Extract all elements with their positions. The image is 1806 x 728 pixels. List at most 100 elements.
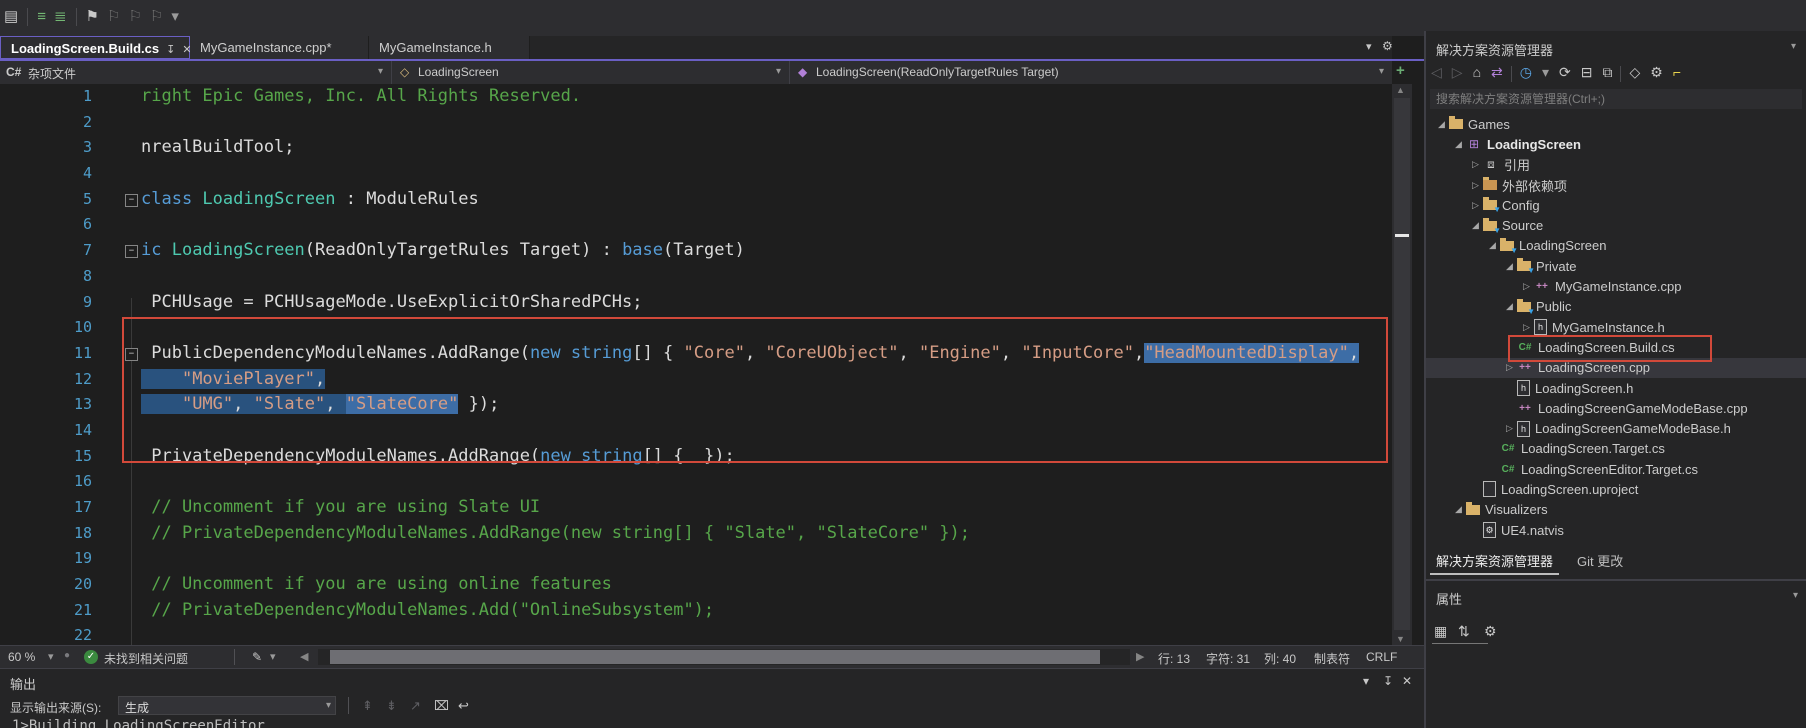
expander-collapsed-icon[interactable]: ▷ <box>1468 200 1483 211</box>
word-wrap-icon[interactable]: ↩ <box>458 698 469 714</box>
tree-item[interactable]: ▷ ++ MyGameInstance.cpp <box>1426 276 1806 296</box>
code-line[interactable]: 7 − ic LoadingScreen(ReadOnlyTargetRules T… <box>0 238 1392 264</box>
solution-search-input[interactable] <box>1430 89 1802 109</box>
document-health-icon[interactable]: ● <box>64 650 70 661</box>
tree-item[interactable]: ◢ ▼ Source <box>1426 215 1806 235</box>
code-line[interactable]: 2 <box>0 110 1392 136</box>
view-code-icon[interactable]: ▤ <box>4 7 18 25</box>
document-tab[interactable]: MyGameInstance.cpp* <box>190 36 369 59</box>
collapse-all-icon[interactable]: ⊟ <box>1581 64 1593 81</box>
code-line[interactable]: 6 <box>0 212 1392 238</box>
format-document-icon[interactable]: ≡ <box>37 8 46 25</box>
navbar-member-dropdown[interactable]: ◆ LoadingScreen(ReadOnlyTargetRules Targ… <box>790 61 1392 84</box>
document-tab[interactable]: MyGameInstance.h <box>369 36 530 59</box>
tree-item[interactable]: LoadingScreen.uproject <box>1426 479 1806 499</box>
tree-item[interactable]: ++ LoadingScreenGameModeBase.cpp <box>1426 398 1806 418</box>
properties-icon[interactable]: ⚙ <box>1650 64 1663 81</box>
chevron-down-icon[interactable]: ▾ <box>1379 66 1384 77</box>
expander-expanded-icon[interactable]: ◢ <box>1468 220 1483 231</box>
close-icon[interactable]: ✕ <box>1402 674 1412 688</box>
chevron-down-icon[interactable]: ▾ <box>776 66 781 77</box>
categorized-icon[interactable]: ▦ <box>1434 623 1447 640</box>
code-line[interactable]: 5 − class LoadingScreen : ModuleRules <box>0 187 1392 213</box>
expander-expanded-icon[interactable]: ◢ <box>1502 301 1517 312</box>
back-icon[interactable]: ◁ <box>1431 64 1442 81</box>
editor-vertical-scrollbar[interactable]: ▲ ▼ <box>1392 84 1412 645</box>
toolbar-options-chevron[interactable]: ▾ <box>171 7 179 25</box>
navbar-type-dropdown[interactable]: ◇ LoadingScreen ▾ <box>392 61 790 84</box>
tree-item[interactable]: ◢ ▼ Public <box>1426 297 1806 317</box>
expander-collapsed-icon[interactable]: ▷ <box>1502 423 1517 434</box>
format-selection-icon[interactable]: ≣ <box>54 7 67 25</box>
pin-icon[interactable]: ↧ <box>166 44 175 56</box>
scroll-left-arrow-icon[interactable]: ◀ <box>300 650 308 663</box>
scrollbar-thumb[interactable] <box>1394 98 1410 630</box>
tree-item[interactable]: ▷ ▼ Config <box>1426 195 1806 215</box>
tree-item[interactable]: ▷ h LoadingScreenGameModeBase.h <box>1426 418 1806 438</box>
expander-expanded-icon[interactable]: ◢ <box>1451 504 1466 515</box>
preview-icon[interactable]: ⌐ <box>1673 64 1681 80</box>
status-tabs-mode[interactable]: 制表符 <box>1314 650 1350 667</box>
expander-collapsed-icon[interactable]: ▷ <box>1519 281 1534 292</box>
property-pages-icon[interactable]: ⚙ <box>1484 623 1497 640</box>
toggle-bookmark-icon[interactable]: ⚑ <box>86 7 99 25</box>
zoom-select[interactable]: 60 % <box>8 650 35 664</box>
tree-item[interactable]: ⚙ UE4.natvis <box>1426 520 1806 540</box>
health-check-icon[interactable]: ✓ <box>84 650 98 664</box>
tree-item[interactable]: C# LoadingScreenEditor.Target.cs <box>1426 459 1806 479</box>
previous-bookmark-icon[interactable]: ⚐ <box>107 7 120 25</box>
split-editor-icon[interactable]: + <box>1396 62 1405 79</box>
pending-changes-filter-icon[interactable]: ◷ <box>1520 64 1532 81</box>
panel-tab[interactable]: Git 更改 <box>1571 551 1629 573</box>
code-line[interactable]: 19 <box>0 546 1392 572</box>
forward-icon[interactable]: ▷ <box>1452 64 1463 81</box>
code-line[interactable]: 16 <box>0 469 1392 495</box>
code-line[interactable]: 1 right Epic Games, Inc. All Rights Reser… <box>0 84 1392 110</box>
chevron-down-icon[interactable]: ▾ <box>270 650 276 663</box>
clear-bookmarks-icon[interactable]: ⚐ <box>150 7 163 25</box>
panel-tab[interactable]: 解决方案资源管理器 <box>1430 551 1560 575</box>
navbar-scope-dropdown[interactable]: C# 杂项文件 ▾ <box>0 61 392 84</box>
expander-collapsed-icon[interactable]: ▷ <box>1519 322 1534 333</box>
scrollbar-thumb[interactable] <box>330 650 1100 664</box>
expander-expanded-icon[interactable]: ◢ <box>1451 139 1466 150</box>
chevron-down-icon[interactable]: ▾ <box>326 700 331 711</box>
expander-expanded-icon[interactable]: ◢ <box>1434 119 1449 130</box>
fold-toggle-icon[interactable]: − <box>125 245 138 259</box>
code-line[interactable]: 4 <box>0 161 1392 187</box>
tab-list-chevron-icon[interactable]: ▾ <box>1366 40 1372 53</box>
expander-expanded-icon[interactable]: ◢ <box>1502 261 1517 272</box>
document-tab[interactable]: LoadingScreen.Build.cs ↧ ✕ <box>0 36 192 59</box>
editor-options-gear-icon[interactable]: ⚙ <box>1382 39 1393 53</box>
sync-active-document-icon[interactable]: ⇄ <box>1491 64 1503 81</box>
next-message-icon[interactable]: ⇟ <box>386 698 397 714</box>
pin-icon[interactable]: ↧ <box>1383 674 1393 688</box>
tree-item[interactable]: ◢ ▼ Private <box>1426 256 1806 276</box>
tree-item[interactable]: ▷ ⧈ 引用 <box>1426 155 1806 175</box>
fold-toggle-icon[interactable]: − <box>125 193 138 207</box>
window-menu-chevron[interactable]: ▾ <box>1363 674 1369 688</box>
scroll-down-arrow-icon[interactable]: ▼ <box>1396 634 1405 644</box>
chevron-down-icon[interactable]: ▾ <box>378 66 383 77</box>
horizontal-scrollbar[interactable] <box>318 649 1130 665</box>
code-line[interactable]: 17 // Uncomment if you are using Slate U… <box>0 495 1392 521</box>
prev-message-icon[interactable]: ⇞ <box>362 698 373 714</box>
tree-item[interactable]: ◢ ⊞ LoadingScreen <box>1426 134 1806 154</box>
scroll-right-arrow-icon[interactable]: ▶ <box>1136 650 1144 663</box>
expander-collapsed-icon[interactable]: ▷ <box>1502 362 1517 373</box>
code-line[interactable]: 18 // PrivateDependencyModuleNames.AddRa… <box>0 521 1392 547</box>
tree-item[interactable]: ▷ 外部依赖项 <box>1426 175 1806 195</box>
filter-chevron[interactable]: ▾ <box>1542 64 1549 81</box>
window-menu-chevron-icon[interactable]: ▾ <box>1793 590 1798 601</box>
expander-expanded-icon[interactable]: ◢ <box>1485 240 1500 251</box>
code-line[interactable]: 3 nrealBuildTool; <box>0 135 1392 161</box>
output-source-combobox[interactable]: 生成 ▾ <box>118 696 336 715</box>
scroll-up-arrow-icon[interactable]: ▲ <box>1396 85 1405 95</box>
tree-item[interactable]: h LoadingScreen.h <box>1426 378 1806 398</box>
code-cleanup-broom-icon[interactable]: ✎ <box>252 650 262 664</box>
status-eol-mode[interactable]: CRLF <box>1366 650 1397 664</box>
alphabetical-icon[interactable]: ⇅ <box>1458 623 1470 640</box>
code-line[interactable]: 20 // Uncomment if you are using online … <box>0 572 1392 598</box>
show-all-files-icon[interactable]: ⧉ <box>1602 64 1612 81</box>
refresh-icon[interactable]: ⟳ <box>1559 64 1571 81</box>
